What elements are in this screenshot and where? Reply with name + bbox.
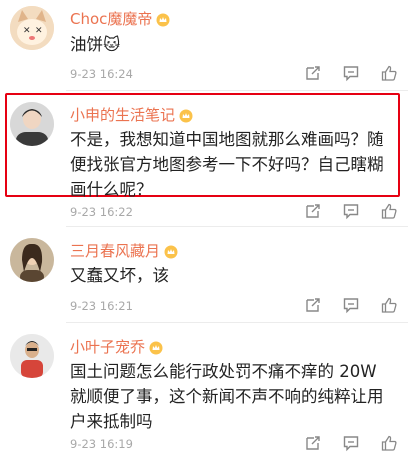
divider	[66, 90, 408, 91]
comment-username[interactable]: 三月春风藏月	[70, 240, 178, 261]
comment-username[interactable]: 小叶子宠乔	[70, 336, 163, 357]
comment-username[interactable]: 小申的生活笔记	[70, 104, 193, 125]
comment-text: 又蠢又坏，该	[70, 266, 169, 285]
share-icon[interactable]	[304, 434, 322, 452]
share-icon[interactable]	[304, 296, 322, 314]
vip-crown-icon	[156, 13, 170, 27]
comment-actions	[304, 202, 398, 220]
divider	[66, 322, 408, 323]
like-icon[interactable]	[380, 434, 398, 452]
comment-text: 油饼🐱	[70, 35, 121, 54]
like-icon[interactable]	[380, 202, 398, 220]
comment-item: 三月春风藏月 又蠢又坏，该 9-23 16:21	[0, 228, 408, 318]
comment-time: 9-23 16:21	[70, 299, 133, 313]
svg-text:✕: ✕	[35, 26, 43, 36]
comment-time: 9-23 16:19	[70, 437, 133, 451]
vip-crown-icon	[164, 245, 178, 259]
cat-face-avatar-icon[interactable]: ✕ ✕	[10, 6, 54, 50]
svg-text:✕: ✕	[23, 26, 31, 36]
comment-item: 小申的生活笔记 不是，我想知道中国地图就那么难画吗？随便找张官方地图参考一下不好…	[0, 95, 408, 223]
comment-time: 9-23 16:24	[70, 67, 133, 81]
comment-item: ✕ ✕ Choc魔魔帝 油饼🐱 9-23 16:24	[0, 0, 408, 88]
comment-text: 不是，我想知道中国地图就那么难画吗？随便找张官方地图参考一下不好吗？自己瞎糊画什…	[70, 130, 384, 199]
vip-crown-icon	[149, 341, 163, 355]
like-icon[interactable]	[380, 296, 398, 314]
share-icon[interactable]	[304, 202, 322, 220]
woman-photo-avatar-icon[interactable]	[10, 238, 54, 282]
comment-icon[interactable]	[342, 434, 360, 452]
comment-username[interactable]: Choc魔魔帝	[70, 8, 170, 29]
person-photo-avatar-icon[interactable]	[10, 102, 54, 146]
comment-item: 小叶子宠乔 国土问题怎么能行政处罚不痛不痒的 20W 就顺便了事，这个新闻不声不…	[0, 324, 408, 457]
vip-crown-icon	[179, 109, 193, 123]
comment-icon[interactable]	[342, 296, 360, 314]
comment-icon[interactable]	[342, 202, 360, 220]
comment-actions	[304, 296, 398, 314]
divider	[66, 226, 408, 227]
share-icon[interactable]	[304, 64, 322, 82]
comment-text: 国土问题怎么能行政处罚不痛不痒的 20W 就顺便了事，这个新闻不声不响的纯粹让用…	[70, 362, 384, 431]
comment-icon[interactable]	[342, 64, 360, 82]
like-icon[interactable]	[380, 64, 398, 82]
comment-actions	[304, 64, 398, 82]
comment-actions	[304, 434, 398, 452]
man-red-shirt-avatar-icon[interactable]	[10, 334, 54, 378]
comment-time: 9-23 16:22	[70, 205, 133, 219]
